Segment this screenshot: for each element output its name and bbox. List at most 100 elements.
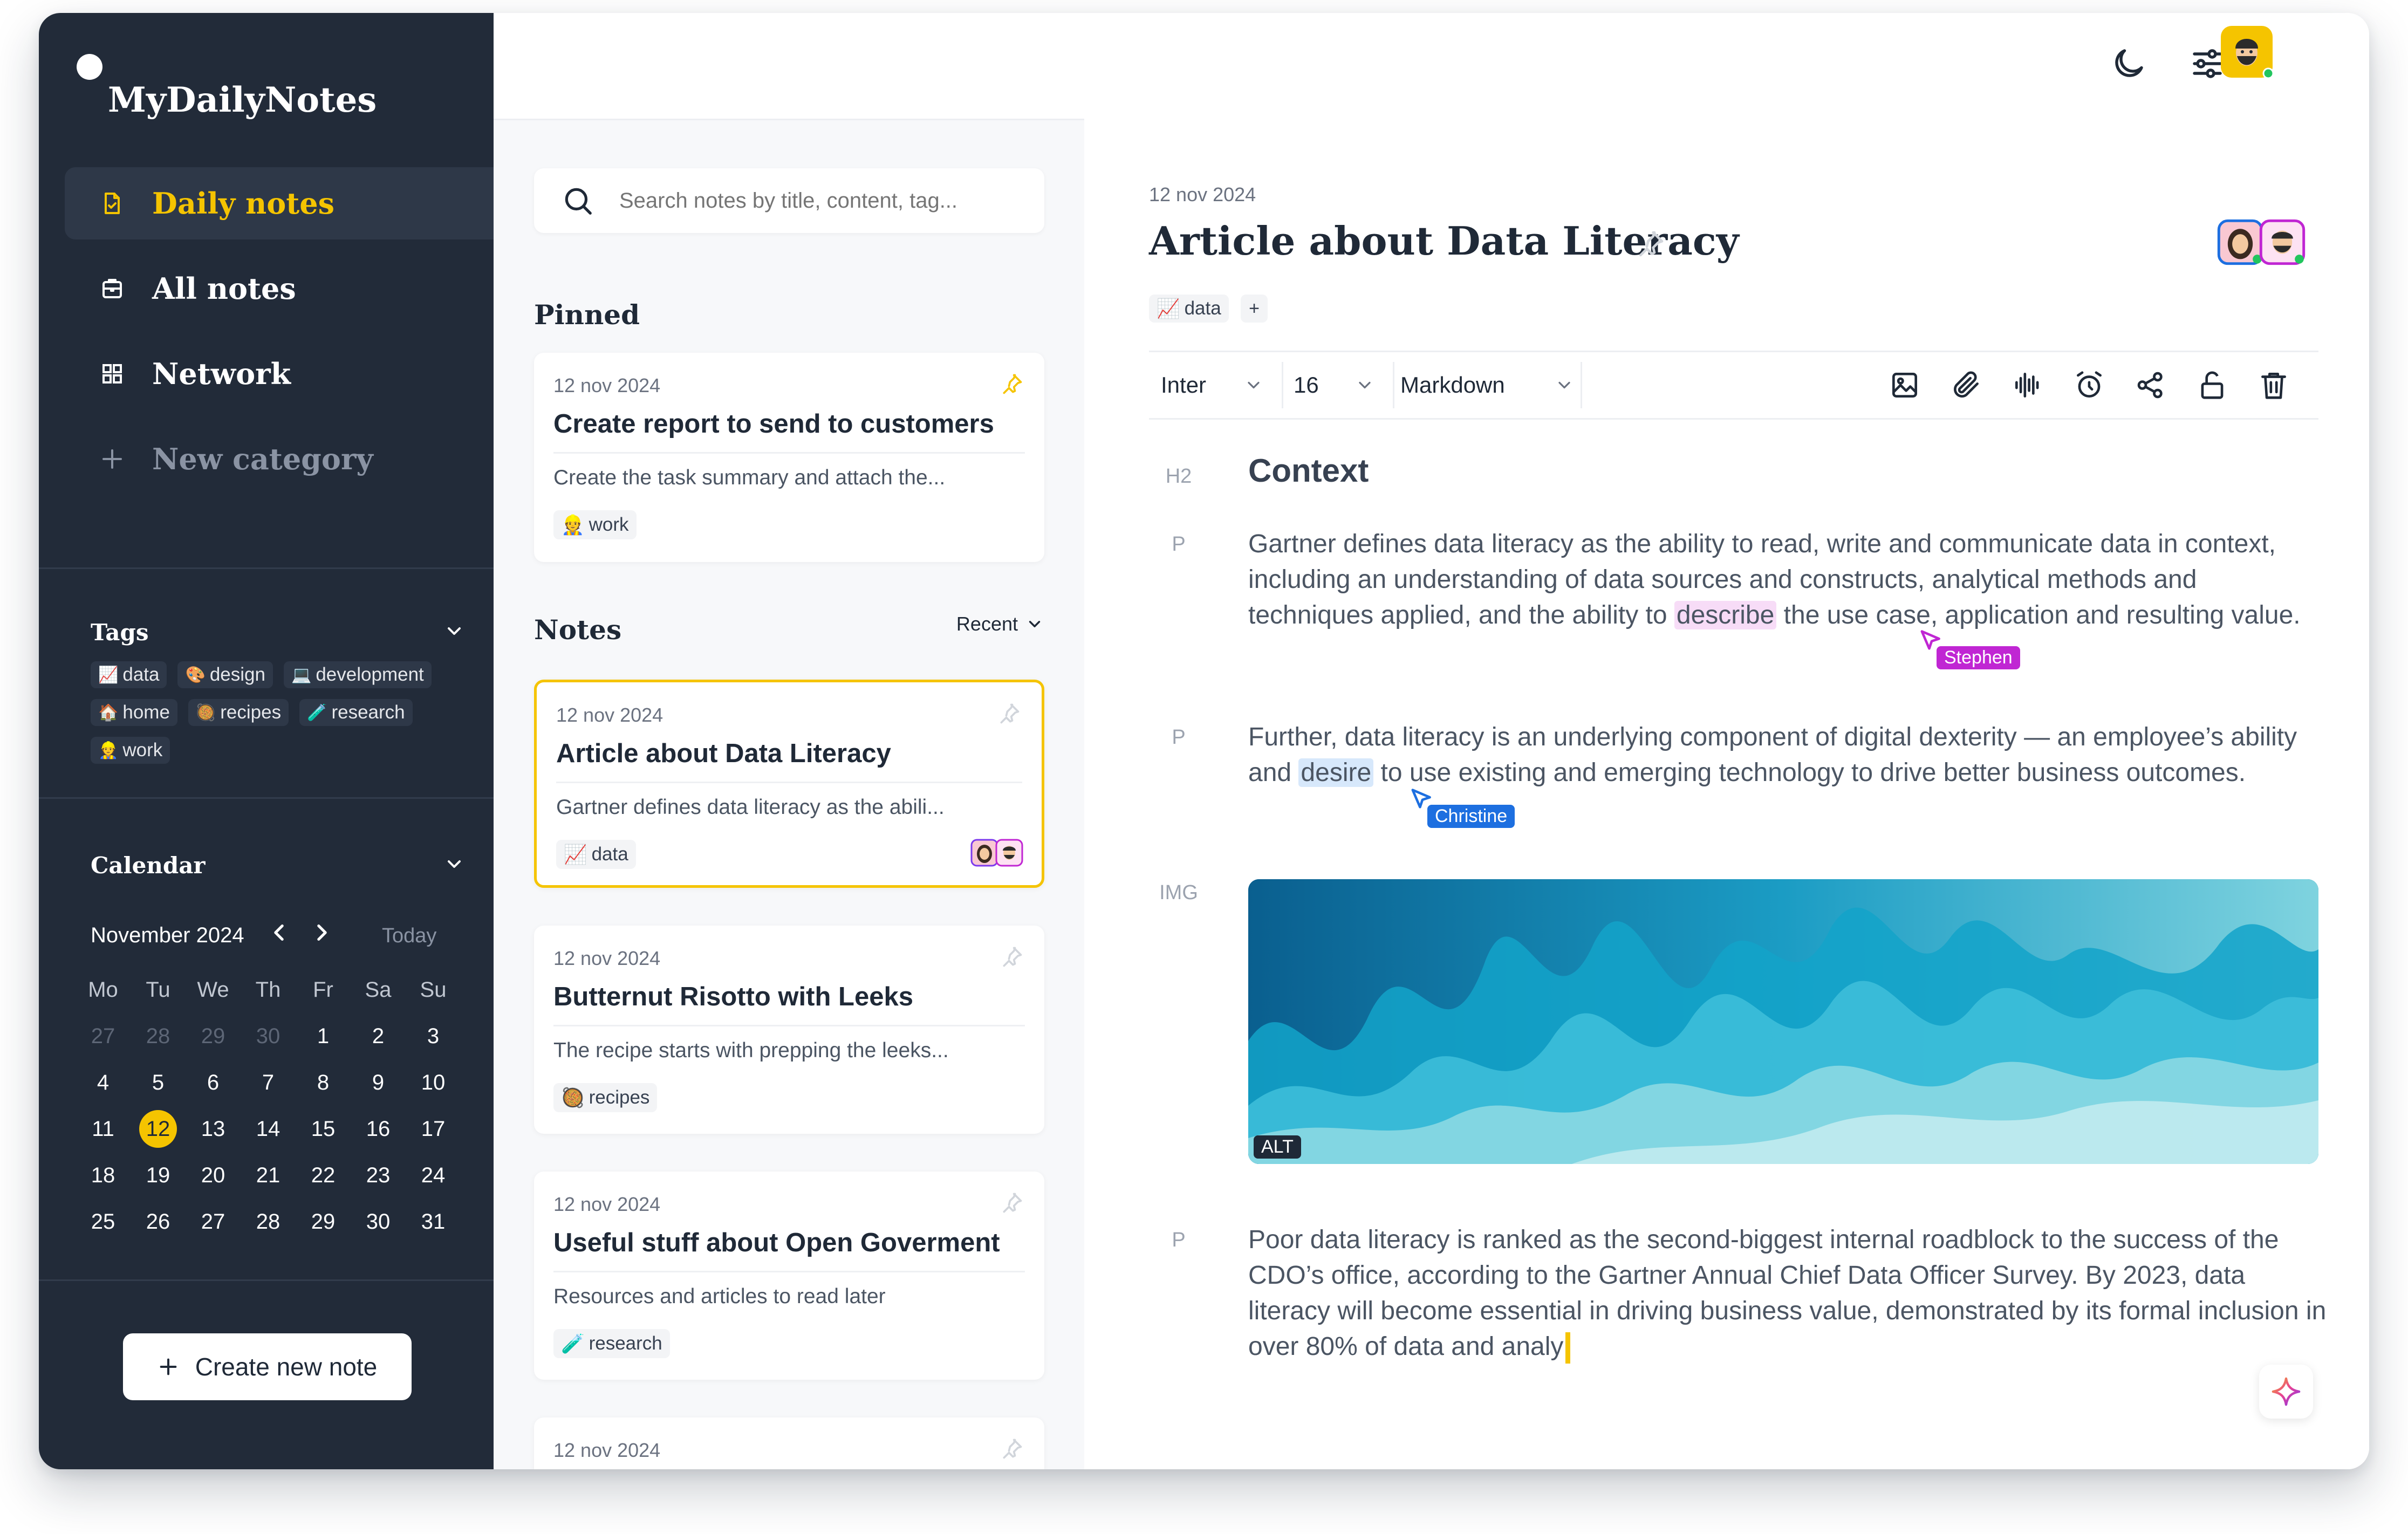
calendar-day[interactable]: 2 (351, 1017, 406, 1055)
note-date: 12 nov 2024 (1149, 183, 1256, 206)
block-type-img[interactable]: IMG (1149, 881, 1208, 905)
tag-work[interactable]: 👷 work (91, 737, 170, 764)
share-icon[interactable] (2134, 368, 2167, 402)
calendar-week-row: 4 5 6 7 8 9 10 (76, 1059, 464, 1106)
note-tag[interactable]: 🧪 research (553, 1329, 670, 1358)
calendar-day-selected[interactable]: 12 (131, 1110, 186, 1148)
calendar-day[interactable]: 5 (131, 1064, 186, 1101)
calendar-today-button[interactable]: Today (382, 924, 436, 948)
block-type-p[interactable]: P (1149, 726, 1208, 749)
tag-recipes[interactable]: 🥘 recipes (188, 699, 289, 726)
calendar-day[interactable]: 20 (186, 1156, 241, 1194)
pin-icon[interactable] (1000, 372, 1024, 396)
image-icon[interactable] (1888, 368, 1921, 402)
pin-icon[interactable] (1636, 229, 1666, 259)
alt-text-button[interactable]: ALT (1254, 1135, 1301, 1159)
calendar-day[interactable]: 13 (186, 1110, 241, 1148)
trash-icon[interactable] (2257, 368, 2290, 402)
calendar-day[interactable]: 17 (406, 1110, 461, 1148)
calendar-day[interactable]: 6 (186, 1064, 241, 1101)
tag-development[interactable]: 💻 development (283, 661, 432, 688)
calendar-day[interactable]: 16 (351, 1110, 406, 1148)
calendar-day[interactable]: 19 (131, 1156, 186, 1194)
note-card-active[interactable]: 12 nov 2024 Article about Data Literacy … (534, 680, 1044, 888)
paragraph-1[interactable]: Gartner defines data literacy as the abi… (1248, 526, 2327, 633)
sort-dropdown[interactable]: Recent (956, 613, 1044, 635)
note-tag[interactable]: 📈 data (556, 840, 636, 869)
calendar-day[interactable]: 27 (76, 1017, 131, 1055)
note-card[interactable]: 12 nov 2024 Butternut Risotto with Leeks… (534, 926, 1044, 1134)
calendar-day[interactable]: 27 (186, 1203, 241, 1241)
tag-design[interactable]: 🎨 design (177, 661, 273, 688)
user-avatar[interactable] (2221, 26, 2274, 79)
note-card[interactable]: 12 nov 2024 Create report to send to cus… (534, 353, 1044, 562)
create-note-button[interactable]: Create new note (123, 1333, 412, 1400)
search-box[interactable] (534, 168, 1044, 233)
calendar-day[interactable]: 15 (296, 1110, 351, 1148)
audio-waveform-icon[interactable] (2011, 368, 2044, 402)
calendar-day[interactable]: 29 (296, 1203, 351, 1241)
note-tag[interactable]: 📈 data (1149, 295, 1229, 323)
tag-research[interactable]: 🧪 research (299, 699, 413, 726)
calendar-day[interactable]: 7 (241, 1064, 296, 1101)
attachment-icon[interactable] (1949, 368, 1983, 402)
note-card[interactable]: 12 nov 2024 Useful stuff about Open Gove… (534, 1172, 1044, 1380)
weekday-label: Tu (146, 977, 170, 1002)
chevron-right-icon[interactable] (309, 919, 336, 946)
calendar-day[interactable]: 8 (296, 1064, 351, 1101)
calendar-day[interactable]: 3 (406, 1017, 461, 1055)
sidebar-item-network[interactable]: Network (65, 338, 494, 410)
pin-icon[interactable] (1000, 1437, 1024, 1461)
calendar-day[interactable]: 1 (296, 1017, 351, 1055)
font-size-select[interactable]: 16 (1294, 352, 1385, 418)
calendar-day[interactable]: 31 (406, 1203, 461, 1241)
note-card[interactable]: 12 nov 2024 (534, 1417, 1044, 1469)
calendar-day[interactable]: 10 (406, 1064, 461, 1101)
calendar-day[interactable]: 14 (241, 1110, 296, 1148)
calendar-day[interactable]: 30 (241, 1017, 296, 1055)
calendar-day[interactable]: 26 (131, 1203, 186, 1241)
font-select[interactable]: Inter (1161, 352, 1274, 418)
note-tag[interactable]: 👷 work (553, 510, 637, 539)
search-input[interactable] (618, 188, 1030, 214)
calendar-day[interactable]: 28 (131, 1017, 186, 1055)
calendar-day[interactable]: 11 (76, 1110, 131, 1148)
calendar-day[interactable]: 23 (351, 1156, 406, 1194)
calendar-day[interactable]: 18 (76, 1156, 131, 1194)
pin-icon[interactable] (997, 702, 1021, 725)
note-tag[interactable]: 🥘 recipes (553, 1083, 658, 1112)
calendar-day[interactable]: 21 (241, 1156, 296, 1194)
calendar-day[interactable]: 24 (406, 1156, 461, 1194)
calendar-day[interactable]: 22 (296, 1156, 351, 1194)
format-select[interactable]: Markdown (1400, 352, 1589, 418)
ai-assistant-button[interactable] (2259, 1365, 2313, 1419)
add-tag-button[interactable]: + (1241, 295, 1268, 323)
section-heading[interactable]: Context (1248, 452, 1369, 489)
paragraph-3[interactable]: Poor data literacy is ranked as the seco… (1248, 1222, 2327, 1365)
tag-home[interactable]: 🏠 home (91, 699, 177, 726)
block-type-p[interactable]: P (1149, 533, 1208, 556)
calendar-day[interactable]: 30 (351, 1203, 406, 1241)
block-type-p[interactable]: P (1149, 1229, 1208, 1252)
sidebar-item-new-category[interactable]: New category (65, 423, 494, 495)
chevron-left-icon[interactable] (265, 919, 292, 946)
block-type-h2[interactable]: H2 (1149, 465, 1208, 488)
paragraph-2[interactable]: Further, data literacy is an underlying … (1248, 720, 2327, 791)
sidebar-item-all-notes[interactable]: All notes (65, 252, 494, 325)
calendar-day[interactable]: 25 (76, 1203, 131, 1241)
chevron-down-icon[interactable] (443, 620, 465, 642)
sidebar-item-daily-notes[interactable]: Daily notes (65, 167, 494, 239)
pin-icon[interactable] (1000, 1191, 1024, 1215)
alarm-clock-icon[interactable] (2072, 368, 2106, 402)
tag-data[interactable]: 📈 data (91, 661, 167, 688)
calendar-day[interactable]: 4 (76, 1064, 131, 1101)
calendar-day[interactable]: 9 (351, 1064, 406, 1101)
calendar-day[interactable]: 28 (241, 1203, 296, 1241)
article-image[interactable]: ALT (1248, 879, 2318, 1164)
chevron-down-icon[interactable] (443, 853, 465, 875)
weekday-label: We (197, 977, 229, 1002)
unlock-icon[interactable] (2195, 368, 2229, 402)
pin-icon[interactable] (1000, 945, 1024, 969)
moon-icon[interactable] (2109, 44, 2148, 83)
calendar-day[interactable]: 29 (186, 1017, 241, 1055)
